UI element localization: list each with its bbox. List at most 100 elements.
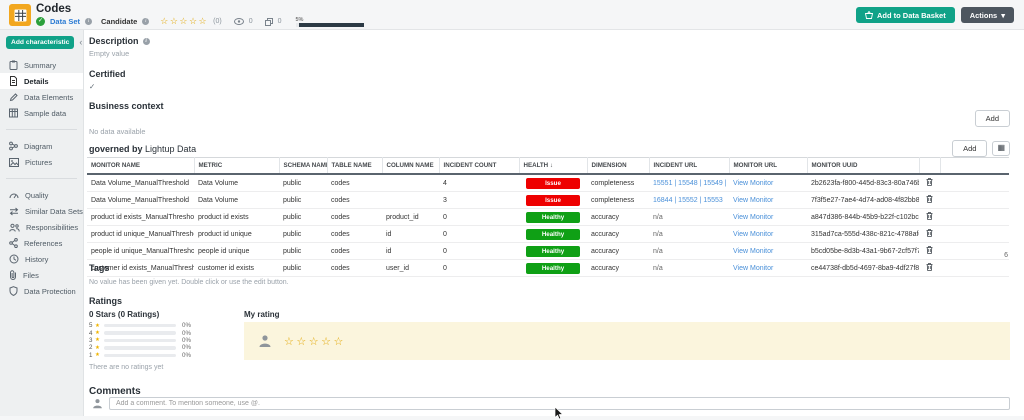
dimension-cell: completeness bbox=[587, 192, 649, 209]
trash-icon bbox=[926, 263, 933, 271]
sidebar-item-label: Details bbox=[24, 77, 49, 86]
column-name-cell: id bbox=[382, 226, 439, 243]
filler-cell bbox=[940, 174, 1009, 192]
schema-name-cell: public bbox=[279, 226, 327, 243]
sidebar-item-similar-data-sets[interactable]: Similar Data Sets bbox=[0, 203, 83, 219]
sidebar-item-summary[interactable]: Summary bbox=[0, 57, 83, 73]
asset-type-label[interactable]: Data Set bbox=[50, 17, 80, 26]
sidebar-item-references[interactable]: References bbox=[0, 235, 83, 251]
view-monitor-link[interactable]: View Monitor bbox=[733, 231, 773, 238]
view-monitor-link[interactable]: View Monitor bbox=[733, 248, 773, 255]
incident-url-cell[interactable]: 15551 | 15548 | 15549 | 15550 bbox=[649, 174, 729, 192]
delete-row-button[interactable] bbox=[919, 209, 940, 226]
monitor-name-cell: product id unique_ManualThreshold bbox=[87, 226, 194, 243]
comment-input[interactable] bbox=[109, 397, 1010, 410]
health-cell: Healthy bbox=[519, 209, 587, 226]
monitor-url-cell[interactable]: View Monitor bbox=[729, 226, 807, 243]
sidebar-item-sample-data[interactable]: Sample data bbox=[0, 105, 83, 121]
monitor-uuid-cell: 315ad7ca-555d-438c-821c-4788afed9efe bbox=[807, 226, 919, 243]
col-incident-url[interactable]: INCIDENT URL bbox=[649, 158, 729, 175]
monitor-url-cell[interactable]: View Monitor bbox=[729, 243, 807, 260]
delete-row-button[interactable] bbox=[919, 192, 940, 209]
col-incident-count[interactable]: INCIDENT COUNT bbox=[439, 158, 519, 175]
column-name-cell: id bbox=[382, 243, 439, 260]
column-name-cell: user_id bbox=[382, 260, 439, 277]
governed-add-button[interactable]: Add bbox=[952, 140, 987, 157]
histogram-row: 4 ★ 0% bbox=[89, 329, 191, 336]
metric-cell: people id unique bbox=[194, 243, 279, 260]
delete-row-button[interactable] bbox=[919, 226, 940, 243]
incident-url-links[interactable]: 15551 | 15548 | 15549 | 15550 bbox=[653, 180, 729, 187]
info-icon[interactable]: i bbox=[143, 38, 150, 45]
clipboard-icon bbox=[9, 60, 18, 70]
incident-url-cell[interactable]: n/a bbox=[649, 226, 729, 243]
actions-button[interactable]: Actions ▾ bbox=[961, 7, 1014, 23]
delete-row-button[interactable] bbox=[919, 243, 940, 260]
collapse-sidebar-icon[interactable]: ‹ bbox=[79, 38, 82, 47]
view-monitor-link[interactable]: View Monitor bbox=[733, 180, 773, 187]
incident-url-links[interactable]: 16844 | 15552 | 15553 bbox=[653, 197, 723, 204]
incident-url-links[interactable]: n/a bbox=[653, 248, 663, 255]
delete-row-button[interactable] bbox=[919, 260, 940, 277]
col-schema-name[interactable]: SCHEMA NAME bbox=[279, 158, 327, 175]
incident-url-links[interactable]: n/a bbox=[653, 231, 663, 238]
sidebar-item-diagram[interactable]: Diagram bbox=[0, 138, 83, 154]
view-monitor-link[interactable]: View Monitor bbox=[733, 197, 773, 204]
incident-url-cell[interactable]: n/a bbox=[649, 243, 729, 260]
my-rating-stars[interactable]: ☆☆☆☆☆ bbox=[284, 335, 346, 348]
incident-url-cell[interactable]: n/a bbox=[649, 209, 729, 226]
health-cell: Issue bbox=[519, 174, 587, 192]
sidebar-item-files[interactable]: Files bbox=[0, 267, 83, 283]
col-table-name[interactable]: TABLE NAME bbox=[327, 158, 382, 175]
view-monitor-link[interactable]: View Monitor bbox=[733, 214, 773, 221]
sidebar-item-quality[interactable]: Quality bbox=[0, 187, 83, 203]
sidebar-item-pictures[interactable]: Pictures bbox=[0, 154, 83, 170]
add-to-data-basket-button[interactable]: Add to Data Basket bbox=[856, 7, 955, 23]
incident-url-links[interactable]: n/a bbox=[653, 265, 663, 272]
column-name-cell: product_id bbox=[382, 209, 439, 226]
col-health[interactable]: HEALTH ↓ bbox=[519, 158, 587, 175]
col-monitor-name[interactable]: MONITOR NAME bbox=[87, 158, 194, 175]
view-monitor-link[interactable]: View Monitor bbox=[733, 265, 773, 272]
pencil-icon bbox=[9, 92, 18, 102]
incident-url-cell[interactable]: n/a bbox=[649, 260, 729, 277]
star-icon: ★ bbox=[95, 323, 104, 329]
col-health-label: HEALTH bbox=[524, 162, 549, 169]
my-rating-heading: My rating bbox=[244, 310, 280, 319]
tags-empty-text[interactable]: No value has been given yet. Double clic… bbox=[89, 279, 289, 286]
incident-url-cell[interactable]: 16844 | 15552 | 15553 bbox=[649, 192, 729, 209]
ratings-summary: 0 Stars (0 Ratings) bbox=[89, 310, 159, 319]
sidebar-item-history[interactable]: History bbox=[0, 251, 83, 267]
histogram-row: 2 ★ 0% bbox=[89, 344, 191, 351]
grid-view-icon[interactable]: ▦ bbox=[992, 141, 1010, 156]
picture-icon bbox=[9, 158, 19, 167]
sidebar-item-data-protection[interactable]: Data Protection bbox=[0, 283, 83, 299]
add-characteristic-button[interactable]: Add characteristic bbox=[6, 36, 74, 49]
sidebar-item-label: Files bbox=[23, 271, 39, 280]
col-monitor-uuid[interactable]: MONITOR UUID bbox=[807, 158, 919, 175]
sidebar-item-responsibilities[interactable]: Responsibilities bbox=[0, 219, 83, 235]
delete-row-button[interactable] bbox=[919, 174, 940, 192]
incident-url-links[interactable]: n/a bbox=[653, 214, 663, 221]
table-name-cell: codes bbox=[327, 226, 382, 243]
monitor-url-cell[interactable]: View Monitor bbox=[729, 192, 807, 209]
sidebar-item-label: Quality bbox=[25, 191, 48, 200]
description-heading: Description i bbox=[89, 36, 150, 46]
sidebar-item-data-elements[interactable]: Data Elements bbox=[0, 89, 83, 105]
col-column-name[interactable]: COLUMN NAME bbox=[382, 158, 439, 175]
monitor-url-cell[interactable]: View Monitor bbox=[729, 209, 807, 226]
col-dimension[interactable]: DIMENSION bbox=[587, 158, 649, 175]
col-metric[interactable]: METRIC bbox=[194, 158, 279, 175]
col-monitor-url[interactable]: MONITOR URL bbox=[729, 158, 807, 175]
business-context-add-button[interactable]: Add bbox=[975, 110, 1010, 127]
copies-count: 0 bbox=[278, 18, 282, 25]
monitor-url-cell[interactable]: View Monitor bbox=[729, 174, 807, 192]
actions-label: Actions bbox=[970, 11, 998, 20]
monitor-url-cell[interactable]: View Monitor bbox=[729, 260, 807, 277]
sidebar-divider bbox=[6, 129, 77, 130]
info-icon[interactable]: i bbox=[142, 18, 149, 25]
info-icon[interactable]: i bbox=[85, 18, 92, 25]
sidebar-item-details[interactable]: Details bbox=[0, 73, 83, 89]
incident-count-cell: 3 bbox=[439, 192, 519, 209]
star-icon: ★ bbox=[95, 352, 104, 358]
